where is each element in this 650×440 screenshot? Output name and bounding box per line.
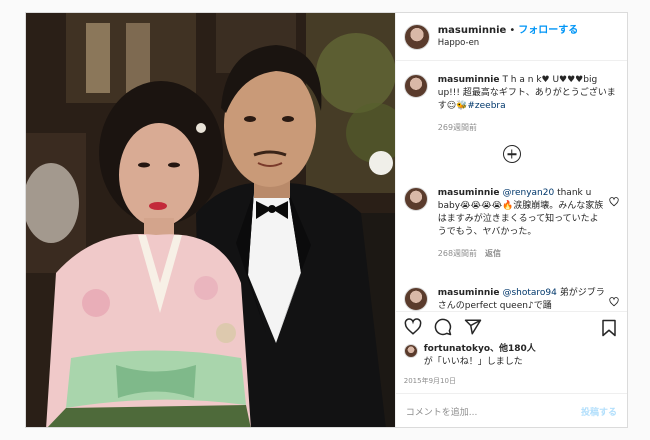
wedding-photo-illustration xyxy=(26,13,395,427)
avatar[interactable] xyxy=(403,74,428,98)
comment-mention[interactable]: @renyan20 xyxy=(502,188,554,198)
caption-username[interactable]: masuminnie xyxy=(438,75,500,85)
comment-input[interactable]: コメントを追加... xyxy=(406,405,478,418)
instagram-post-card: masuminnie • フォローする Happo-en masuminnie T h… xyxy=(25,12,628,428)
bee-emoji: 🐝 xyxy=(456,101,468,111)
comment-time[interactable]: 268週間前 xyxy=(438,249,477,258)
comment-username[interactable]: masuminnie xyxy=(438,188,500,198)
add-comment-bar: コメントを追加... 投稿する xyxy=(395,393,627,427)
action-bar xyxy=(395,311,627,341)
follow-button[interactable]: フォローする xyxy=(518,25,578,36)
header-user-info: masuminnie • フォローする Happo-en xyxy=(438,24,578,50)
list-item: masuminnie @shotaro94 弟がジブラさんのperfect que… xyxy=(403,287,619,311)
reply-button[interactable]: 返信 xyxy=(485,249,501,258)
post-header: masuminnie • フォローする Happo-en xyxy=(395,13,627,61)
caption-time[interactable]: 269週間前 xyxy=(438,123,477,132)
comment-body: masuminnie @shotaro94 弟がジブラさんのperfect que… xyxy=(438,287,619,311)
comment-mention[interactable]: @shotaro94 xyxy=(502,288,556,298)
caption: masuminnie T h a n k♥ U♥♥♥big up!!! 超最高なギ… xyxy=(403,74,619,134)
avatar[interactable] xyxy=(403,344,418,358)
avatar[interactable] xyxy=(403,187,428,211)
likes-count[interactable]: 、他180人 xyxy=(490,344,536,354)
heart-icon[interactable] xyxy=(404,317,422,336)
list-item: masuminnie @renyan20 thank u baby😭😭😭😭🔥涙腺崩… xyxy=(403,187,619,260)
post-date[interactable]: 2015年9月10日 xyxy=(396,373,627,393)
likes-summary: fortunatokyo、他180人 が「いいね！」しました xyxy=(396,341,627,373)
comment-like-heart-icon[interactable] xyxy=(609,197,619,207)
caption-body: masuminnie T h a n k♥ U♥♥♥big up!!! 超最高なギ… xyxy=(438,74,619,134)
post-side-panel: masuminnie • フォローする Happo-en masuminnie T h… xyxy=(394,13,627,427)
likes-suffix: が「いいね！」しました xyxy=(423,357,523,367)
comment-like-heart-icon[interactable] xyxy=(609,297,619,307)
location-link[interactable]: Happo-en xyxy=(438,37,578,50)
bookmark-icon[interactable] xyxy=(601,319,617,337)
hashtag-link[interactable]: #zeebra xyxy=(467,101,505,111)
liker-username[interactable]: fortunatokyo xyxy=(424,344,490,354)
header-username[interactable]: masuminnie xyxy=(438,25,507,36)
comment-body: masuminnie @renyan20 thank u baby😭😭😭😭🔥涙腺崩… xyxy=(438,187,619,260)
share-icon[interactable] xyxy=(464,318,482,336)
load-more-comments-icon[interactable] xyxy=(502,145,521,163)
comments-list[interactable]: masuminnie T h a n k♥ U♥♥♥big up!!! 超最高なギ… xyxy=(396,61,627,311)
avatar[interactable] xyxy=(403,23,430,50)
post-comment-button[interactable]: 投稿する xyxy=(581,405,617,418)
post-photo[interactable] xyxy=(26,13,395,427)
header-separator: • xyxy=(509,24,516,36)
comment-username[interactable]: masuminnie xyxy=(438,288,500,298)
avatar[interactable] xyxy=(403,287,428,311)
comment-icon[interactable] xyxy=(434,318,452,336)
